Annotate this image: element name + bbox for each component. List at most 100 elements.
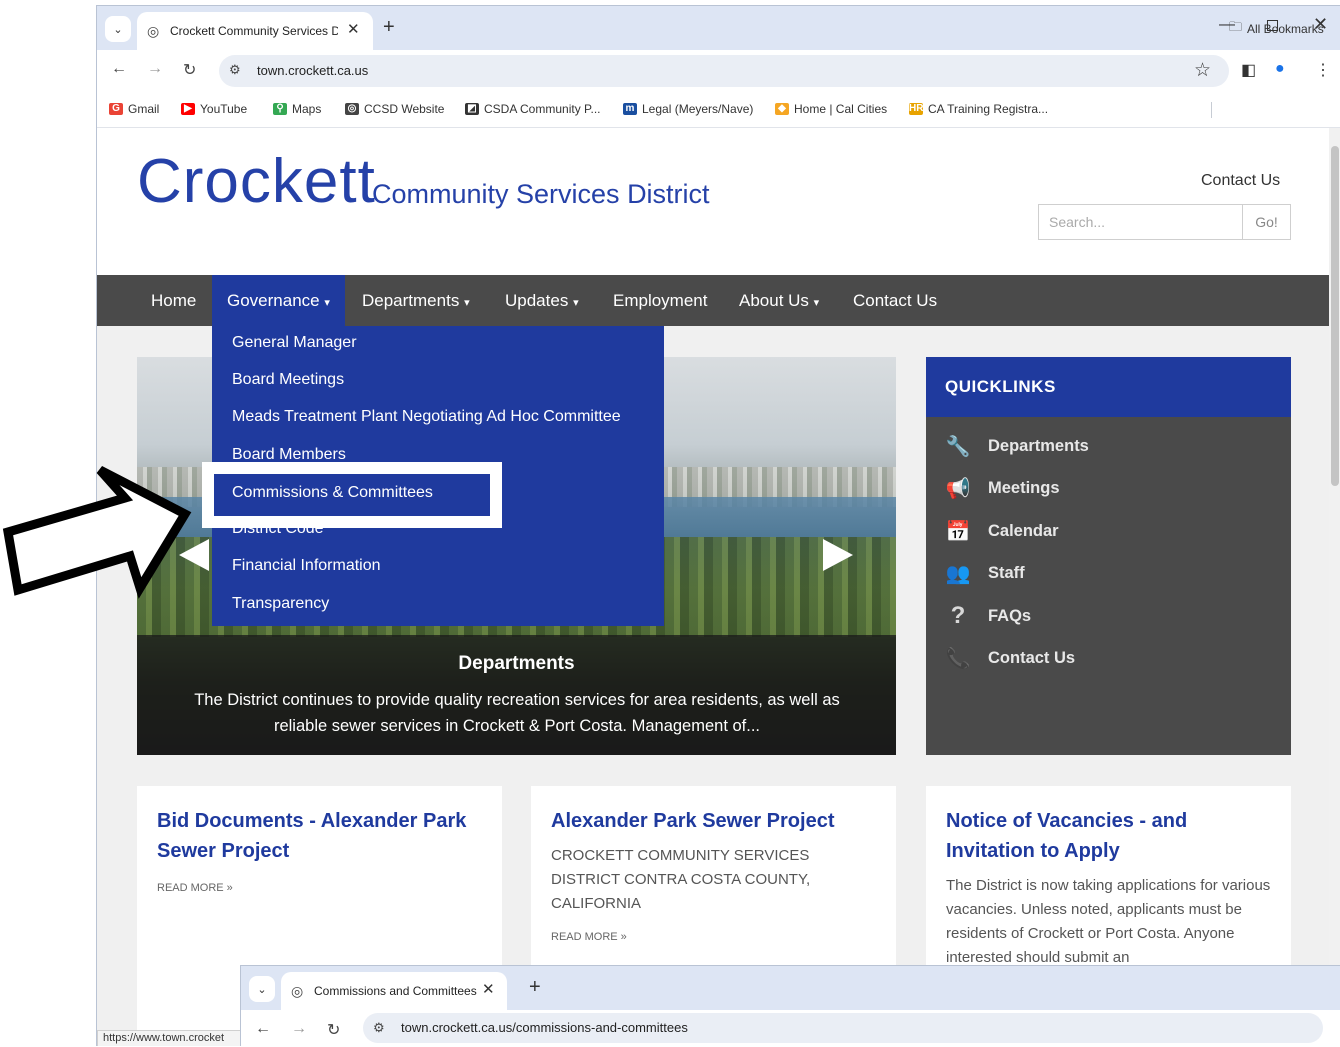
dropdown-item-general-manager[interactable]: General Manager xyxy=(232,334,357,352)
card-title[interactable]: Notice of Vacancies - and Invitation to … xyxy=(946,806,1276,866)
address-bar[interactable]: ⚙ town.crockett.ca.us ☆ xyxy=(219,55,1229,87)
all-bookmarks-label: All Bookmarks xyxy=(1247,22,1324,36)
bookmark-label: Maps xyxy=(292,102,322,116)
tab-search-button[interactable]: ⌄ xyxy=(105,16,131,42)
tab-active[interactable]: ◎ Commissions and Committees ✕ xyxy=(281,972,507,1010)
dropdown-item-board-meetings[interactable]: Board Meetings xyxy=(232,371,344,389)
header-contact-link[interactable]: Contact Us xyxy=(1201,172,1280,190)
read-more-link[interactable]: READ MORE » xyxy=(551,931,627,943)
tab-close-icon[interactable]: ✕ xyxy=(482,980,495,998)
bookmark-label: CSDA Community P... xyxy=(484,102,601,116)
legal-icon: m xyxy=(623,103,637,115)
nav-departments-label: Departments xyxy=(362,291,460,310)
nav-departments[interactable]: Departments ▾ xyxy=(362,275,470,326)
bookmarks-bar: G Gmail ▶ YouTube ⚲ Maps ◎ CCSD Website ◩ CSDA Co… xyxy=(97,90,1340,128)
tab-search-button[interactable]: ⌄ xyxy=(249,976,275,1002)
nav-home[interactable]: Home xyxy=(151,275,196,326)
hero-caption-text: The District continues to provide qualit… xyxy=(194,691,840,735)
dropdown-item-commissions-committees[interactable]: Commissions & Committees xyxy=(232,484,433,502)
site-logo[interactable]: Crockett xyxy=(137,146,376,217)
site-logo-subtitle[interactable]: Community Services District xyxy=(372,179,710,210)
slider-next-arrow[interactable] xyxy=(823,539,853,571)
caret-down-icon: ▾ xyxy=(813,297,820,309)
dropdown-item-financial-information[interactable]: Financial Information xyxy=(232,557,381,575)
quicklink-label: Meetings xyxy=(988,478,1060,497)
search-go-button[interactable]: Go! xyxy=(1242,205,1290,239)
quicklink-meetings[interactable]: 📢 Meetings xyxy=(944,473,1060,503)
scrollbar-thumb[interactable] xyxy=(1331,146,1339,486)
search-input[interactable] xyxy=(1039,205,1241,239)
side-panel-icon[interactable]: ◧ xyxy=(1241,60,1256,80)
forward-icon[interactable]: → xyxy=(291,1020,307,1038)
dropdown-item-transparency[interactable]: Transparency xyxy=(232,595,329,613)
tab-title: Crockett Community Services D xyxy=(170,24,338,38)
hero-caption-title[interactable]: Departments xyxy=(137,653,896,675)
calcities-icon: ◆ xyxy=(775,103,789,115)
quicklink-label: Calendar xyxy=(988,521,1059,540)
nav-employment[interactable]: Employment xyxy=(613,275,707,326)
maps-icon: ⚲ xyxy=(273,103,287,115)
bookmark-calcities[interactable]: ◆ Home | Cal Cities xyxy=(775,102,887,116)
quicklink-label: Contact Us xyxy=(988,648,1076,667)
all-bookmarks-button[interactable]: 🗀 All Bookmarks xyxy=(1229,18,1324,40)
quicklink-calendar[interactable]: 📅 Calendar xyxy=(944,516,1059,546)
tab-active[interactable]: ◎ Crockett Community Services D ✕ xyxy=(137,12,373,50)
address-bar[interactable]: ⚙ town.crockett.ca.us/commissions-and-co… xyxy=(363,1013,1323,1043)
bookmark-globe[interactable]: ◎ CCSD Website xyxy=(345,102,444,116)
new-tab-button[interactable]: + xyxy=(383,16,395,39)
tab-strip: ⌄ ◎ Crockett Community Services D ✕ + — … xyxy=(97,6,1340,50)
quicklink-label: Staff xyxy=(988,563,1025,582)
browser-toolbar: ← → ↻ ⚙ town.crockett.ca.us ☆ ◧ ● ⋮ xyxy=(97,50,1340,90)
read-more-link[interactable]: READ MORE » xyxy=(157,882,233,894)
quicklinks-title: QUICKLINKS xyxy=(945,377,1056,396)
nav-contact-us[interactable]: Contact Us xyxy=(853,275,937,326)
menu-icon[interactable]: ⋮ xyxy=(1315,60,1331,80)
webpage: Crockett Community Services District Con… xyxy=(97,128,1329,1046)
profile-icon[interactable]: ● xyxy=(1275,60,1285,78)
globe-icon: ◎ xyxy=(147,23,160,39)
annotation-arrow xyxy=(2,466,192,599)
bookmark-label: Gmail xyxy=(128,102,160,116)
bookmark-hr[interactable]: HR CA Training Registra... xyxy=(909,102,1048,116)
quicklink-staff[interactable]: 👥 Staff xyxy=(944,558,1025,588)
reload-icon[interactable]: ↻ xyxy=(183,60,196,80)
dropdown-item-meads-committee[interactable]: Meads Treatment Plant Negotiating Ad Hoc… xyxy=(232,408,621,426)
bookmark-legal[interactable]: m Legal (Meyers/Nave) xyxy=(623,102,753,116)
bookmark-csda[interactable]: ◩ CSDA Community P... xyxy=(465,102,600,116)
bookmark-label: Legal (Meyers/Nave) xyxy=(642,102,754,116)
folder-icon: 🗀 xyxy=(1229,19,1243,34)
new-tab-button[interactable]: + xyxy=(529,976,541,999)
quicklink-departments[interactable]: 🔧 Departments xyxy=(944,431,1089,461)
bookmark-label: CCSD Website xyxy=(364,102,445,116)
globe-icon: ◎ xyxy=(345,103,359,115)
quicklink-contact-us[interactable]: 📞 Contact Us xyxy=(944,643,1076,673)
caret-down-icon: ▾ xyxy=(573,297,579,309)
phone-icon: 📞 xyxy=(945,647,971,670)
youtube-icon: ▶ xyxy=(181,103,195,115)
globe-icon: ◎ xyxy=(291,983,304,999)
back-icon[interactable]: ← xyxy=(111,60,127,78)
page-scrollbar[interactable] xyxy=(1329,128,1340,1046)
bookmark-star-icon[interactable]: ☆ xyxy=(1194,59,1211,82)
tab-close-icon[interactable]: ✕ xyxy=(347,20,360,38)
forward-icon[interactable]: → xyxy=(147,60,163,78)
quicklinks-panel: QUICKLINKS 🔧 Departments 📢 Meetings 📅 Ca… xyxy=(926,357,1291,755)
card-title[interactable]: Bid Documents - Alexander Park Sewer Pro… xyxy=(157,806,487,866)
site-info-icon[interactable]: ⚙ xyxy=(373,1020,385,1036)
caret-down-icon: ▾ xyxy=(464,297,470,309)
nav-about-us[interactable]: About Us ▾ xyxy=(739,275,819,326)
card-title[interactable]: Alexander Park Sewer Project xyxy=(551,806,881,836)
bookmark-youtube[interactable]: ▶ YouTube xyxy=(181,102,247,116)
calendar-icon: 📅 xyxy=(945,520,971,543)
bookmark-maps[interactable]: ⚲ Maps xyxy=(273,102,321,116)
reload-icon[interactable]: ↻ xyxy=(327,1020,340,1040)
wrench-icon: 🔧 xyxy=(945,435,971,458)
nav-updates[interactable]: Updates ▾ xyxy=(505,275,579,326)
site-info-icon[interactable]: ⚙ xyxy=(229,62,241,78)
back-icon[interactable]: ← xyxy=(255,1020,271,1038)
nav-governance[interactable]: Governance ▾ xyxy=(212,275,345,326)
second-browser-window: ⌄ ◎ Commissions and Committees ✕ + ← → ↻… xyxy=(240,965,1340,1047)
browser-window: ⌄ ◎ Crockett Community Services D ✕ + — … xyxy=(96,5,1340,1046)
quicklink-faqs[interactable]: ? FAQs xyxy=(944,601,1031,631)
bookmark-gmail[interactable]: G Gmail xyxy=(109,102,159,116)
